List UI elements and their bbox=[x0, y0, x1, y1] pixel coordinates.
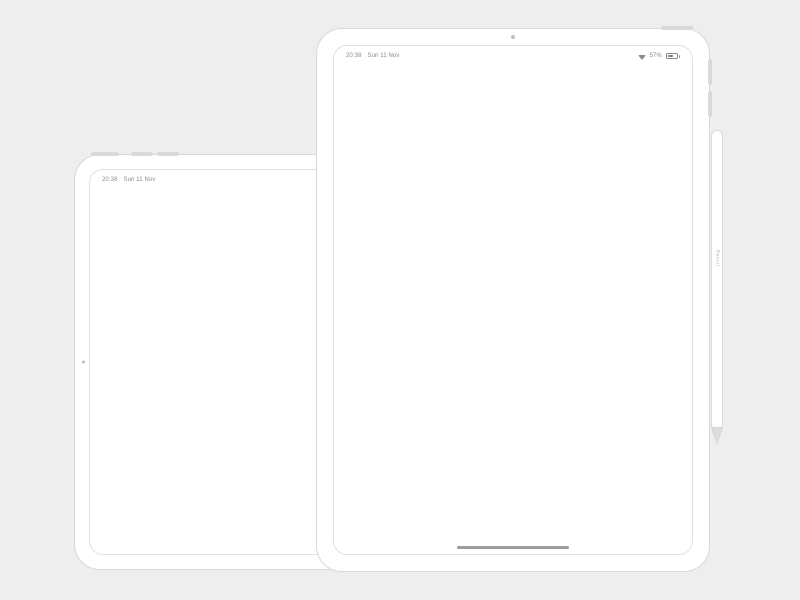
apple-pencil-mockup: Pencil bbox=[711, 130, 723, 450]
front-camera-icon bbox=[82, 361, 85, 364]
status-bar: 20:38 Sun 11 Nov 57% bbox=[334, 46, 692, 62]
power-button bbox=[91, 152, 119, 156]
status-date: Sun 11 Nov bbox=[368, 53, 400, 59]
front-camera-icon bbox=[511, 35, 515, 39]
pencil-body bbox=[711, 130, 723, 428]
pencil-label: Pencil bbox=[714, 250, 720, 267]
home-indicator bbox=[457, 546, 569, 549]
ipad-12-9-screen: 20:38 Sun 11 Nov 57% bbox=[333, 45, 693, 555]
pencil-tip-icon bbox=[712, 428, 722, 444]
wifi-icon bbox=[638, 55, 646, 60]
status-time: 20:38 bbox=[102, 177, 118, 183]
battery-percent: 57% bbox=[650, 53, 662, 59]
battery-icon bbox=[666, 53, 680, 59]
status-date: Sun 11 Nov bbox=[124, 177, 156, 183]
ipad-12-9-inch-mockup: 20:38 Sun 11 Nov 57% bbox=[316, 28, 710, 572]
volume-up-button bbox=[708, 59, 712, 85]
power-button bbox=[661, 26, 693, 30]
status-time: 20:38 bbox=[346, 53, 362, 59]
volume-up-button bbox=[131, 152, 153, 156]
volume-down-button bbox=[157, 152, 179, 156]
volume-down-button bbox=[708, 91, 712, 117]
